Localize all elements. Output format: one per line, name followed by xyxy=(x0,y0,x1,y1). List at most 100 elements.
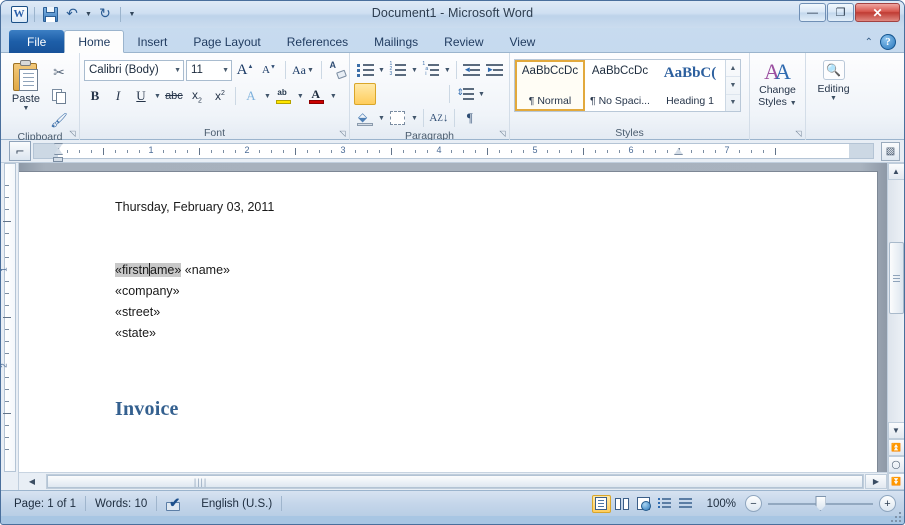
minimize-button[interactable]: — xyxy=(799,3,826,22)
document-line-company[interactable]: «company» xyxy=(115,281,837,302)
next-page-button[interactable]: ⏬ xyxy=(887,473,904,490)
document-text[interactable]: Thursday, February 03, 2011 «firstname» … xyxy=(115,197,837,434)
underline-dropdown-icon[interactable]: ▼ xyxy=(153,93,162,100)
cut-button[interactable]: ✂ xyxy=(47,61,71,83)
style-item-normal[interactable]: AaBbCcDc ¶ Normal xyxy=(515,60,585,111)
zoom-slider-thumb[interactable] xyxy=(815,496,826,511)
styles-dialog-launcher[interactable]: ◹ xyxy=(794,129,803,138)
print-layout-view-button[interactable] xyxy=(591,494,611,513)
zoom-slider[interactable] xyxy=(768,495,873,512)
paragraph-dialog-launcher[interactable]: ◹ xyxy=(498,129,507,138)
vertical-ruler[interactable]: 1 2 xyxy=(1,163,19,490)
decrease-indent-button[interactable]: ◄ xyxy=(461,59,483,81)
superscript-button[interactable]: x2 xyxy=(209,85,231,107)
left-indent-marker[interactable] xyxy=(53,157,63,162)
italic-button[interactable]: I xyxy=(107,85,129,107)
format-painter-button[interactable]: 🖌 xyxy=(47,109,71,131)
increase-indent-button[interactable]: ► xyxy=(484,59,506,81)
tab-references[interactable]: References xyxy=(274,31,361,53)
clear-formatting-button[interactable]: A xyxy=(327,59,349,81)
horizontal-scrollbar[interactable]: ◀ |||| ▶ xyxy=(19,472,887,490)
show-formatting-marks-button[interactable]: ¶ xyxy=(459,107,481,129)
style-item-heading-1[interactable]: AaBbC( Heading 1 xyxy=(655,60,725,111)
tab-mailings[interactable]: Mailings xyxy=(361,31,431,53)
tab-home[interactable]: Home xyxy=(64,30,125,53)
copy-button[interactable] xyxy=(47,85,71,107)
text-effects-dropdown-icon[interactable]: ▼ xyxy=(263,93,272,100)
grow-font-button[interactable]: A▲ xyxy=(234,59,256,81)
shading-dropdown-icon[interactable]: ▼ xyxy=(377,115,386,122)
align-right-button[interactable] xyxy=(400,83,422,105)
tab-page-layout[interactable]: Page Layout xyxy=(180,31,273,53)
change-styles-button[interactable]: AA Change Styles ▼ xyxy=(754,58,801,109)
font-name-combo[interactable]: Calibri (Body) ▼ xyxy=(84,59,184,81)
hscroll-thumb[interactable] xyxy=(47,475,863,488)
style-item-no-spacing[interactable]: AaBbCcDc ¶ No Spaci... xyxy=(585,60,655,111)
status-word-count[interactable]: Words: 10 xyxy=(86,498,156,510)
line-spacing-dropdown-icon[interactable]: ▼ xyxy=(477,91,486,98)
vertical-scrollbar[interactable]: ▲ ▼ ⏫ ◯ ⏬ xyxy=(887,163,904,490)
outline-view-button[interactable] xyxy=(655,495,674,513)
bullets-dropdown-icon[interactable]: ▼ xyxy=(377,67,386,74)
merge-field-firstname[interactable]: «firstname» xyxy=(115,263,182,277)
zoom-out-button[interactable]: − xyxy=(745,495,762,512)
tab-insert[interactable]: Insert xyxy=(124,31,180,53)
multilevel-dropdown-icon[interactable]: ▼ xyxy=(443,67,452,74)
merge-field-name[interactable]: «name» xyxy=(181,263,230,277)
subscript-button[interactable]: x2 xyxy=(186,85,208,107)
close-button[interactable]: ✕ xyxy=(855,3,900,22)
font-dialog-launcher[interactable]: ◹ xyxy=(338,129,347,138)
styles-scroll-down-button[interactable]: ▼ xyxy=(726,77,740,95)
paste-button[interactable]: Paste ▼ xyxy=(5,58,47,112)
text-effects-button[interactable]: A xyxy=(240,85,262,107)
vscroll-down-button[interactable]: ▼ xyxy=(887,422,904,439)
sort-button[interactable]: AZ↓ xyxy=(428,107,450,129)
numbering-button[interactable]: 1 2 3 xyxy=(387,59,409,81)
line-spacing-button[interactable]: ⇕ xyxy=(454,83,476,105)
vscroll-up-button[interactable]: ▲ xyxy=(887,163,904,180)
borders-button[interactable] xyxy=(387,107,409,129)
full-screen-reading-view-button[interactable] xyxy=(613,495,632,513)
align-center-button[interactable] xyxy=(377,83,399,105)
select-browse-object-button[interactable]: ◯ xyxy=(887,456,904,473)
font-size-combo[interactable]: 11 ▼ xyxy=(186,59,232,81)
change-case-button[interactable]: Aa ▼ xyxy=(291,59,316,81)
multilevel-list-button[interactable]: 1 a i xyxy=(420,59,442,81)
tab-file[interactable]: File xyxy=(9,30,65,53)
resize-grip-icon[interactable] xyxy=(889,510,901,522)
tab-stop-selector[interactable]: ⌐ xyxy=(9,141,31,161)
web-layout-view-button[interactable] xyxy=(634,495,653,513)
help-icon[interactable]: ? xyxy=(880,34,896,50)
hscroll-right-button[interactable]: ▶ xyxy=(865,474,887,489)
font-color-button[interactable]: A xyxy=(306,85,328,107)
editing-button[interactable]: 🔍 Editing ▼ xyxy=(810,58,857,102)
styles-scroll-up-button[interactable]: ▲ xyxy=(726,60,740,78)
align-left-button[interactable] xyxy=(354,83,376,105)
highlight-dropdown-icon[interactable]: ▼ xyxy=(296,93,305,100)
clipboard-dialog-launcher[interactable]: ◹ xyxy=(68,129,77,138)
tab-review[interactable]: Review xyxy=(431,31,496,53)
hscroll-left-button[interactable]: ◀ xyxy=(19,477,45,486)
justify-button[interactable] xyxy=(423,83,445,105)
document-line-street[interactable]: «street» xyxy=(115,302,837,323)
minimize-ribbon-icon[interactable]: ⌃ xyxy=(865,37,873,48)
numbering-dropdown-icon[interactable]: ▼ xyxy=(410,67,419,74)
styles-more-button[interactable]: ▼ xyxy=(726,95,740,111)
maximize-button[interactable]: ❐ xyxy=(827,3,854,22)
vscroll-thumb[interactable] xyxy=(888,242,904,314)
shrink-font-button[interactable]: A▼ xyxy=(258,59,280,81)
chevron-down-icon[interactable]: ▼ xyxy=(23,105,30,112)
hscroll-track[interactable]: |||| xyxy=(46,474,864,489)
underline-button[interactable]: U xyxy=(130,85,152,107)
status-language[interactable]: English (U.S.) xyxy=(192,498,281,510)
draft-view-button[interactable] xyxy=(676,495,695,513)
view-ruler-button[interactable]: ▧ xyxy=(881,142,900,161)
previous-page-button[interactable]: ⏫ xyxy=(887,439,904,456)
font-color-dropdown-icon[interactable]: ▼ xyxy=(329,93,338,100)
document-page[interactable]: Thursday, February 03, 2011 «firstname» … xyxy=(19,172,877,490)
shading-button[interactable]: ⬙ xyxy=(354,107,376,129)
strikethrough-button[interactable]: abc xyxy=(163,85,185,107)
borders-dropdown-icon[interactable]: ▼ xyxy=(410,115,419,122)
status-page-number[interactable]: Page: 1 of 1 xyxy=(5,498,85,510)
status-proofing-button[interactable]: ✔ xyxy=(157,495,192,511)
